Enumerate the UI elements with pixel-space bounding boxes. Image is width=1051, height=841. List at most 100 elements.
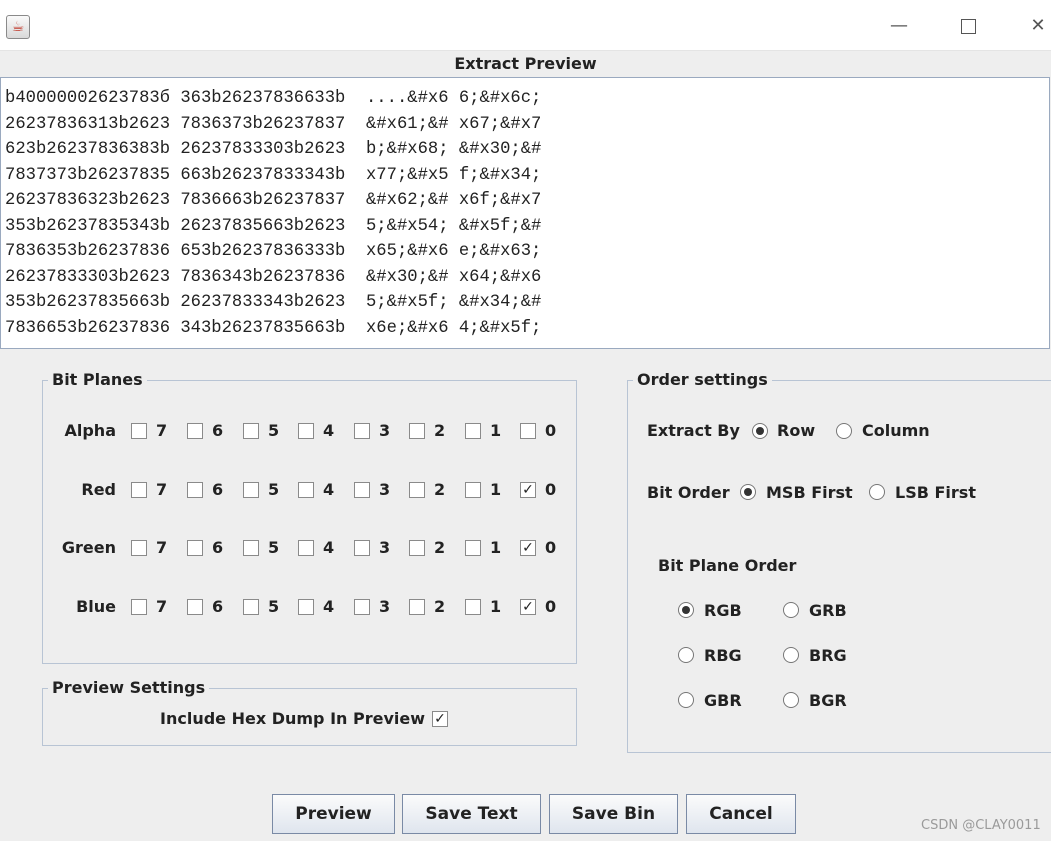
preview-line: 7836653b26237836 343b26237835663b x6e;&#…	[5, 318, 542, 338]
bit-number-label: 1	[490, 480, 502, 499]
java-icon[interactable]: ☕	[6, 15, 30, 39]
preview-text-area[interactable]: b40000002623783б 363b26237836633b ....&#…	[0, 77, 1050, 349]
plane-order-rgb-radio[interactable]	[678, 602, 694, 618]
bit-checkbox[interactable]: ✓	[520, 540, 536, 556]
extract-by-row-label[interactable]: Row	[777, 421, 815, 440]
bit-checkbox[interactable]	[298, 482, 314, 498]
bit-checkbox[interactable]	[409, 482, 425, 498]
bit-number-label: 1	[490, 597, 502, 616]
bit-number-label: 4	[323, 480, 335, 499]
maximize-button[interactable]	[945, 10, 991, 42]
bit-number-label: 5	[268, 480, 280, 499]
watermark: CSDN @CLAY0011	[921, 818, 1041, 833]
bit-number-label: 5	[268, 421, 280, 440]
bit-checkbox[interactable]: ✓	[520, 482, 536, 498]
preview-line: 26237833303b2623 7836343b26237836 &#x30;…	[5, 267, 542, 287]
bit-order-label: Bit Order	[647, 483, 730, 502]
bit-checkbox[interactable]	[354, 423, 370, 439]
bit-checkbox[interactable]	[298, 423, 314, 439]
save-text-button[interactable]: Save Text	[402, 794, 541, 834]
bit-checkbox[interactable]	[187, 540, 203, 556]
plane-order-brg-radio[interactable]	[783, 647, 799, 663]
plane-order-rbg-radio[interactable]	[678, 647, 694, 663]
bit-checkbox[interactable]	[243, 540, 259, 556]
bit-checkbox[interactable]	[187, 482, 203, 498]
bit-number-label: 5	[268, 538, 280, 557]
bit-order-msb-radio[interactable]	[740, 484, 756, 500]
bit-checkbox[interactable]	[298, 599, 314, 615]
bit-number-label: 2	[434, 421, 446, 440]
bit-order-lsb-label[interactable]: LSB First	[895, 483, 976, 502]
bit-checkbox[interactable]	[354, 599, 370, 615]
bit-checkbox[interactable]	[131, 540, 147, 556]
bit-checkbox[interactable]	[243, 482, 259, 498]
plane-order-grb-label[interactable]: GRB	[809, 601, 847, 620]
bit-number-label: 4	[323, 597, 335, 616]
bit-checkbox[interactable]	[409, 540, 425, 556]
minimize-icon: —	[890, 15, 908, 36]
order-settings-title: Order settings	[633, 370, 772, 389]
preview-line: 7837373b26237835 663b26237833343b x77;&#…	[5, 165, 542, 185]
extract-by-label: Extract By	[647, 421, 740, 440]
plane-order-rgb-label[interactable]: RGB	[704, 601, 742, 620]
save-bin-button[interactable]: Save Bin	[549, 794, 678, 834]
plane-order-brg-label[interactable]: BRG	[809, 646, 847, 665]
channel-label-2: Green	[61, 538, 116, 557]
bit-checkbox[interactable]	[187, 423, 203, 439]
bit-number-label: 2	[434, 597, 446, 616]
close-icon: ✕	[1030, 15, 1046, 36]
bit-number-label: 3	[379, 480, 391, 499]
bit-checkbox[interactable]	[465, 423, 481, 439]
bit-checkbox[interactable]	[409, 423, 425, 439]
preview-title: Extract Preview	[454, 54, 597, 73]
bit-number-label: 3	[379, 597, 391, 616]
bit-checkbox[interactable]	[243, 599, 259, 615]
plane-order-bgr-radio[interactable]	[783, 692, 799, 708]
bit-checkbox[interactable]	[131, 423, 147, 439]
preview-line: 353b26237835343b 26237835663b2623 5;&#x5…	[5, 216, 542, 236]
preview-line: 623b26237836383b 26237833303b2623 b;&#x6…	[5, 140, 542, 159]
bit-checkbox[interactable]	[409, 599, 425, 615]
bit-number-label: 6	[212, 538, 224, 557]
bit-number-label: 7	[156, 421, 168, 440]
bit-checkbox[interactable]	[465, 599, 481, 615]
bit-planes-title: Bit Planes	[48, 370, 147, 389]
bit-checkbox[interactable]	[520, 423, 536, 439]
bit-number-label: 7	[156, 597, 168, 616]
extract-by-column-radio[interactable]	[836, 423, 852, 439]
bit-order-lsb-radio[interactable]	[869, 484, 885, 500]
bit-checkbox[interactable]	[243, 423, 259, 439]
close-button[interactable]: ✕	[1015, 10, 1051, 42]
bit-checkbox[interactable]	[354, 482, 370, 498]
bit-checkbox[interactable]	[465, 540, 481, 556]
bit-number-label: 1	[490, 538, 502, 557]
plane-order-grb-radio[interactable]	[783, 602, 799, 618]
bit-number-label: 0	[545, 538, 557, 557]
bit-number-label: 6	[212, 421, 224, 440]
hex-dump-checkbox[interactable]: ✓	[432, 711, 448, 727]
bit-number-label: 4	[323, 421, 335, 440]
preview-line: 26237836323b2623 7836663b26237837 &#x62;…	[5, 191, 542, 210]
bit-checkbox[interactable]	[187, 599, 203, 615]
extract-by-column-label[interactable]: Column	[862, 421, 930, 440]
preview-line: 26237836313b2623 7836373b26237837 &#x61;…	[5, 114, 542, 134]
bit-checkbox[interactable]: ✓	[520, 599, 536, 615]
bit-checkbox[interactable]	[131, 599, 147, 615]
preview-button[interactable]: Preview	[272, 794, 395, 834]
bit-order-msb-label[interactable]: MSB First	[766, 483, 853, 502]
bit-number-label: 0	[545, 421, 557, 440]
bit-number-label: 0	[545, 480, 557, 499]
plane-order-gbr-radio[interactable]	[678, 692, 694, 708]
minimize-button[interactable]: —	[876, 10, 922, 42]
plane-order-gbr-label[interactable]: GBR	[704, 691, 742, 710]
plane-order-bgr-label[interactable]: BGR	[809, 691, 847, 710]
bit-checkbox[interactable]	[465, 482, 481, 498]
bit-number-label: 1	[490, 421, 502, 440]
extract-by-row-radio[interactable]	[752, 423, 768, 439]
plane-order-rbg-label[interactable]: RBG	[704, 646, 742, 665]
bit-checkbox[interactable]	[131, 482, 147, 498]
bit-checkbox[interactable]	[298, 540, 314, 556]
bit-number-label: 6	[212, 480, 224, 499]
bit-checkbox[interactable]	[354, 540, 370, 556]
cancel-button[interactable]: Cancel	[686, 794, 796, 834]
